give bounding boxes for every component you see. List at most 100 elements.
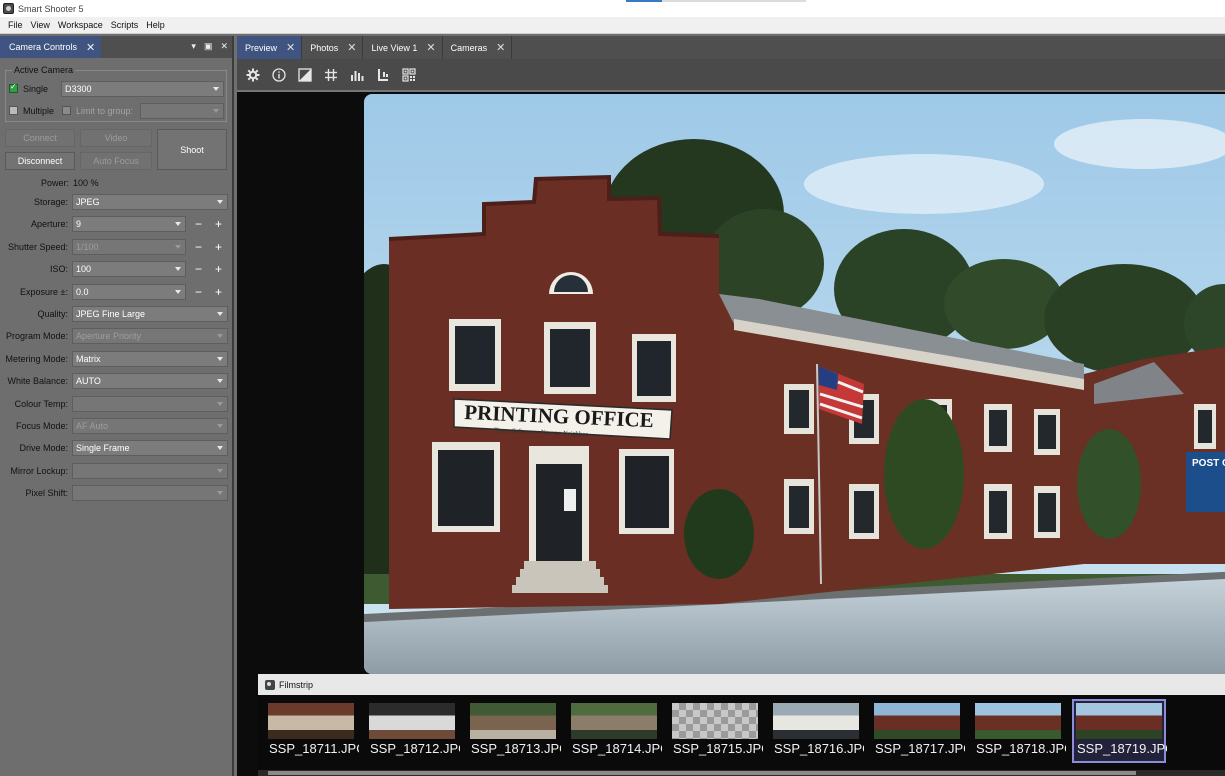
- close-icon[interactable]: ✕: [286, 41, 295, 54]
- drive-mode-select[interactable]: Single Frame: [72, 440, 228, 456]
- chevron-down-icon: [175, 222, 181, 226]
- pixel-shift-select[interactable]: [72, 485, 228, 501]
- focus-mode-select[interactable]: AF Auto: [72, 418, 228, 434]
- filmstrip-thumbnails: SSP_18711.JPG SSP_18712.JPG SSP_18713.JPG S…: [266, 699, 1167, 764]
- minus-icon[interactable]: −: [195, 286, 202, 298]
- chevron-down-icon: [217, 357, 223, 361]
- thumbnail-filename: SSP_18718.JPG: [976, 741, 1066, 756]
- minus-icon[interactable]: −: [195, 241, 202, 253]
- chevron-down-icon: [217, 200, 223, 204]
- shoot-button[interactable]: Shoot: [157, 129, 227, 170]
- camera-select[interactable]: D3300: [61, 81, 224, 97]
- settings-icon[interactable]: [244, 66, 262, 84]
- preview-toolbar: [237, 59, 1225, 90]
- close-icon[interactable]: ✕: [496, 41, 505, 54]
- mirror-lockup-select[interactable]: [72, 463, 228, 479]
- chevron-down-icon: [217, 379, 223, 383]
- chevron-down-icon: [175, 245, 181, 249]
- minus-icon[interactable]: −: [195, 263, 202, 275]
- drive-mode-value: Single Frame: [76, 443, 130, 453]
- menu-file[interactable]: File: [4, 20, 27, 30]
- metering-mode-label: Metering Mode:: [5, 354, 68, 364]
- filmstrip-item[interactable]: SSP_18719.JPG: [1072, 699, 1167, 763]
- limit-group-checkbox[interactable]: [62, 106, 71, 115]
- info-icon[interactable]: [270, 66, 288, 84]
- quality-select[interactable]: JPEG Fine Large: [72, 306, 228, 322]
- menu-view[interactable]: View: [27, 20, 54, 30]
- single-checkbox[interactable]: [9, 82, 18, 93]
- white-balance-select[interactable]: AUTO: [72, 373, 228, 389]
- video-button[interactable]: Video: [80, 129, 152, 147]
- dock-menu-icon[interactable]: ▾: [191, 41, 196, 52]
- thumbnail-image: [1076, 703, 1162, 739]
- menu-scripts[interactable]: Scripts: [107, 20, 143, 30]
- levels-icon[interactable]: [374, 66, 392, 84]
- shutter-speed-select[interactable]: 1/100: [72, 239, 186, 255]
- scrollbar-thumb[interactable]: [268, 771, 1136, 775]
- filmstrip-item[interactable]: SSP_18713.JPG: [468, 701, 561, 761]
- disconnect-button[interactable]: Disconnect: [5, 152, 75, 170]
- histogram-icon[interactable]: [348, 66, 366, 84]
- tab-preview[interactable]: Preview ✕: [237, 36, 303, 59]
- chevron-down-icon: [213, 109, 219, 113]
- chevron-down-icon: [217, 312, 223, 316]
- storage-select[interactable]: JPEG: [72, 194, 228, 210]
- thumbnail-image: [874, 703, 960, 739]
- filmstrip-scrollbar[interactable]: [258, 770, 1225, 776]
- exposure-select[interactable]: 0.0: [72, 284, 186, 300]
- tab-camera-controls[interactable]: Camera Controls ✕: [0, 36, 102, 58]
- tab-live-view-1[interactable]: Live View 1 ✕: [363, 36, 443, 59]
- thumbnail-filename: SSP_18712.JPG: [370, 741, 460, 756]
- exposure-value: 0.0: [76, 287, 89, 297]
- shutter-speed-label: Shutter Speed:: [7, 242, 68, 252]
- tab-camera-controls-label: Camera Controls: [9, 42, 78, 52]
- metering-mode-select[interactable]: Matrix: [72, 351, 228, 367]
- filmstrip-item[interactable]: SSP_18716.JPG: [771, 701, 864, 761]
- thumbnail-image: [369, 703, 455, 739]
- minus-icon[interactable]: −: [195, 218, 202, 230]
- plus-icon[interactable]: +: [215, 241, 222, 253]
- menu-workspace[interactable]: Workspace: [54, 20, 107, 30]
- grid-icon[interactable]: [322, 66, 340, 84]
- filmstrip-item[interactable]: SSP_18712.JPG: [367, 701, 460, 761]
- filmstrip-item[interactable]: SSP_18714.JPG: [569, 701, 662, 761]
- thumbnail-filename: SSP_18713.JPG: [471, 741, 561, 756]
- program-mode-select[interactable]: Aperture Priority: [72, 328, 228, 344]
- filmstrip-item[interactable]: SSP_18715.JPG: [670, 701, 763, 761]
- dock-close-icon[interactable]: ✕: [220, 41, 228, 52]
- tab-photos-label: Photos: [310, 42, 339, 53]
- filmstrip-item[interactable]: SSP_18718.JPG: [973, 701, 1066, 761]
- tab-cameras[interactable]: Cameras ✕: [442, 36, 513, 59]
- colour-temp-select[interactable]: [72, 396, 228, 412]
- filmstrip-panel: Filmstrip SSP_18711.JPG SSP_18712.JPG SSP_…: [258, 674, 1225, 776]
- connect-button[interactable]: Connect: [5, 129, 75, 147]
- tab-preview-label: Preview: [245, 42, 278, 53]
- colour-temp-label: Colour Temp:: [14, 399, 68, 409]
- aperture-select[interactable]: 9: [72, 216, 186, 232]
- plus-icon[interactable]: +: [215, 286, 222, 298]
- chevron-down-icon: [217, 469, 223, 473]
- thumbnail-filename: SSP_18717.JPG: [875, 741, 965, 756]
- filmstrip-item[interactable]: SSP_18717.JPG: [872, 701, 965, 761]
- group-select[interactable]: [140, 103, 224, 119]
- qr-code-icon[interactable]: [400, 66, 418, 84]
- tab-photos[interactable]: Photos ✕: [302, 36, 364, 59]
- close-icon[interactable]: ✕: [347, 41, 356, 54]
- iso-select[interactable]: 100: [72, 261, 186, 277]
- taskbar-focus-strip: [626, 0, 806, 2]
- filmstrip-item[interactable]: SSP_18711.JPG: [266, 701, 359, 761]
- auto-focus-button[interactable]: Auto Focus: [80, 152, 152, 170]
- white-balance-label: White Balance:: [7, 376, 68, 386]
- exposure-icon[interactable]: [296, 66, 314, 84]
- plus-icon[interactable]: +: [215, 263, 222, 275]
- multiple-checkbox[interactable]: [9, 106, 18, 115]
- chevron-down-icon: [175, 267, 181, 271]
- close-icon[interactable]: ✕: [86, 41, 95, 54]
- close-icon[interactable]: ✕: [426, 41, 435, 54]
- program-mode-label: Program Mode:: [5, 331, 68, 341]
- dock-float-icon[interactable]: ▣: [204, 41, 213, 52]
- storage-value: JPEG: [76, 197, 100, 207]
- plus-icon[interactable]: +: [215, 218, 222, 230]
- menu-help[interactable]: Help: [142, 20, 169, 30]
- post-office-sign-text: POST O: [1192, 458, 1225, 469]
